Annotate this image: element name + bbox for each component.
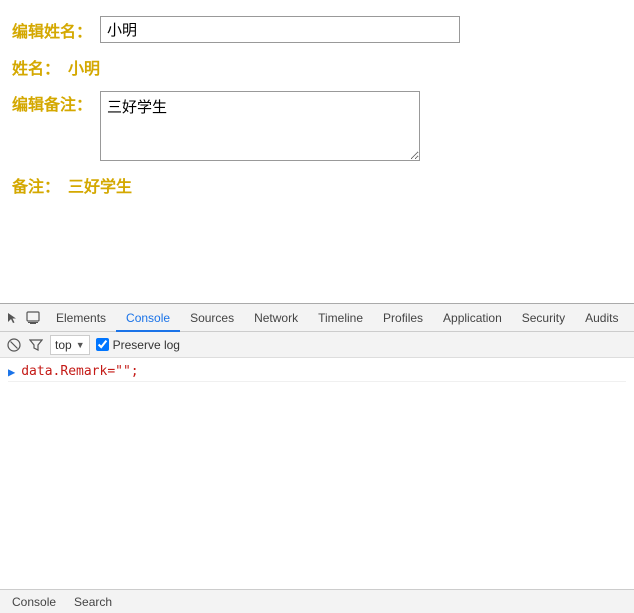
tab-elements[interactable]: Elements [46, 304, 116, 332]
devtools-tab-bar: Elements Console Sources Network Timelin… [0, 304, 634, 332]
remark-edit-row: 编辑备注： 三好学生 [12, 91, 622, 161]
tab-console[interactable]: Console [116, 304, 180, 332]
clear-console-icon[interactable] [6, 337, 22, 353]
tab-timeline[interactable]: Timeline [308, 304, 373, 332]
filter-select[interactable]: top ▼ [50, 335, 90, 355]
tab-sources[interactable]: Sources [180, 304, 244, 332]
console-toolbar: top ▼ Preserve log [0, 332, 634, 358]
tab-application[interactable]: Application [433, 304, 512, 332]
inspector-icon[interactable] [24, 309, 42, 327]
preserve-log-checkbox[interactable] [96, 338, 109, 351]
remark-display-label: 备注： [12, 173, 60, 197]
preserve-log-control: Preserve log [96, 338, 180, 352]
name-display-label: 姓名： [12, 55, 60, 79]
console-entry-arrow: ▶ [8, 365, 15, 379]
devtools-icon-group [4, 309, 42, 327]
console-entry: ▶ data.Remark=""; [8, 362, 626, 382]
name-input[interactable] [100, 16, 460, 43]
devtools-tabs: Elements Console Sources Network Timelin… [46, 304, 628, 331]
console-content: ▶ data.Remark=""; [0, 358, 634, 613]
name-edit-label: 编辑姓名： [12, 18, 92, 42]
preserve-log-label: Preserve log [113, 338, 180, 352]
name-display-value: 小明 [68, 55, 100, 79]
tab-security[interactable]: Security [512, 304, 575, 332]
remark-edit-label: 编辑备注： [12, 91, 92, 115]
console-entry-text: data.Remark=""; [21, 364, 138, 379]
bottom-tab-console[interactable]: Console [4, 590, 64, 613]
tab-profiles[interactable]: Profiles [373, 304, 433, 332]
devtools-bottom-bar: Console Search [0, 589, 634, 613]
name-display-row: 姓名： 小明 [12, 55, 622, 79]
filter-dropdown-arrow: ▼ [76, 340, 85, 350]
tab-audits[interactable]: Audits [575, 304, 628, 332]
filter-value: top [55, 338, 72, 352]
tab-network[interactable]: Network [244, 304, 308, 332]
devtools-panel: Elements Console Sources Network Timelin… [0, 303, 634, 613]
bottom-tab-search[interactable]: Search [66, 590, 120, 613]
name-edit-row: 编辑姓名： [12, 16, 622, 43]
remark-display-row: 备注： 三好学生 [12, 173, 622, 197]
remark-textarea[interactable]: 三好学生 [100, 91, 420, 161]
filter-icon[interactable] [28, 337, 44, 353]
remark-display-value: 三好学生 [68, 173, 132, 197]
main-content: 编辑姓名： 姓名： 小明 编辑备注： 三好学生 备注： 三好学生 [0, 0, 634, 225]
cursor-icon[interactable] [4, 309, 22, 327]
